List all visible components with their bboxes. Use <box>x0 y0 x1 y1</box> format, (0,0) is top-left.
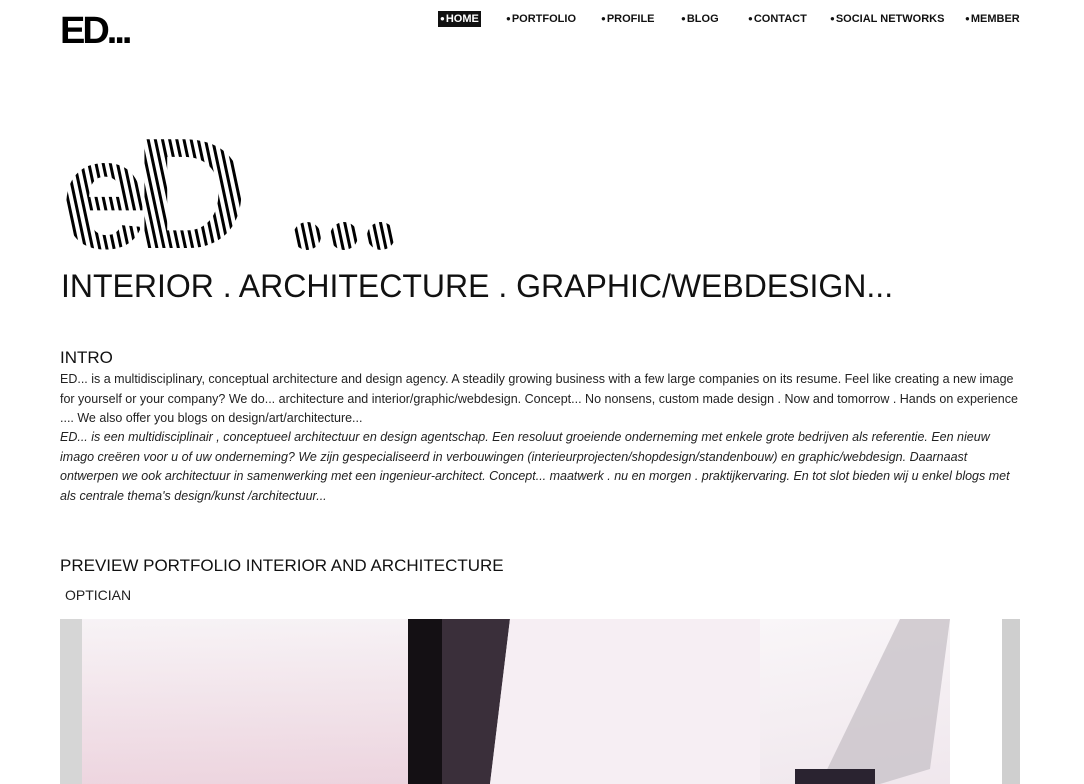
preview-photo <box>60 619 1020 784</box>
project-preview-image[interactable] <box>60 619 1020 784</box>
nav-item-contact[interactable]: ●CONTACT <box>748 11 809 27</box>
nav-item-portfolio[interactable]: ●PORTFOLIO <box>506 11 578 27</box>
nav-item-social-networks[interactable]: ●SOCIAL NETWORKS <box>830 11 946 27</box>
nav-label: SOCIAL NETWORKS <box>835 13 945 25</box>
site-logo[interactable]: ED... <box>60 12 132 50</box>
nav-label: BLOG <box>686 13 719 25</box>
intro-text-en: ED... is a multidisciplinary, conceptual… <box>60 372 1018 425</box>
nav-label: CONTACT <box>753 13 807 25</box>
tagline: INTERIOR . ARCHITECTURE . GRAPHIC/WEBDES… <box>61 268 894 304</box>
nav-item-profile[interactable]: ●PROFILE <box>601 11 657 27</box>
project-label[interactable]: OPTICIAN <box>65 586 131 604</box>
hero-logo-graphic: eD <box>60 136 410 256</box>
nav-item-member[interactable]: ●MEMBER <box>965 11 1022 27</box>
nav-label: MEMBER <box>970 13 1020 25</box>
nav-label: PROFILE <box>606 13 655 25</box>
nav-item-home[interactable]: ●HOME <box>438 11 481 27</box>
intro-text-nl: ED... is een multidisciplinair , concept… <box>60 430 1010 503</box>
nav-label: HOME <box>445 13 479 25</box>
nav-label: PORTFOLIO <box>511 13 577 25</box>
nav-item-blog[interactable]: ●BLOG <box>681 11 721 27</box>
hero-logo: eD <box>60 136 410 256</box>
portfolio-title: PREVIEW PORTFOLIO INTERIOR AND ARCHITECT… <box>60 556 504 575</box>
intro-title: INTRO <box>60 348 113 367</box>
